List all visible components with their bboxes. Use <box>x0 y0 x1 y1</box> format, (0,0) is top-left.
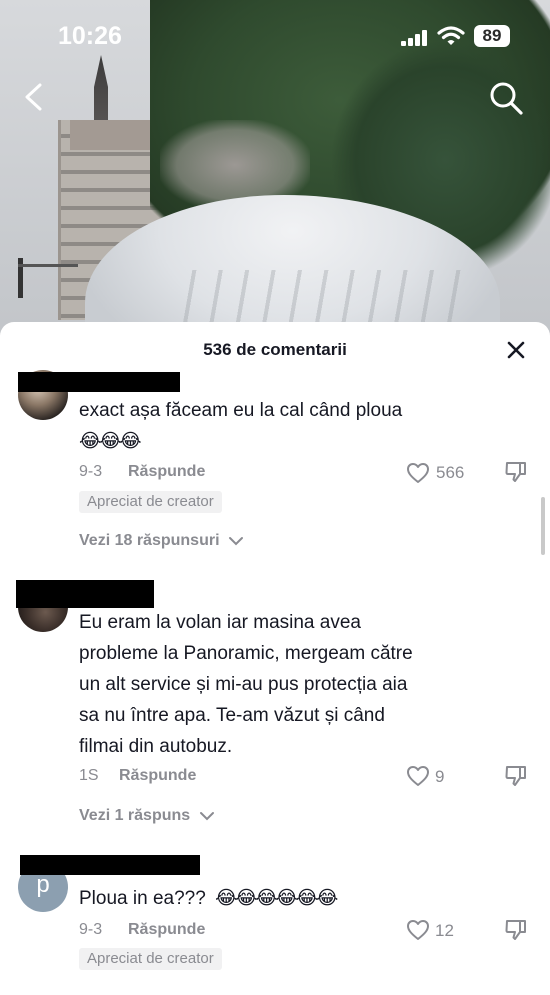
comment-text: Ploua in ea??? 😂😂😂😂😂😂 <box>79 887 338 909</box>
comments-sheet: 536 de comentarii exact așa făceam eu la… <box>0 322 550 995</box>
status-time: 10:26 <box>58 22 122 50</box>
heart-icon[interactable] <box>406 462 430 484</box>
scrollbar[interactable] <box>541 497 545 555</box>
video-background[interactable] <box>0 0 550 340</box>
comment-date: 9-3 <box>79 463 103 480</box>
like-count: 566 <box>436 463 465 482</box>
tarp-folds <box>170 270 470 330</box>
wifi-icon <box>437 26 465 45</box>
reply-button[interactable]: Răspunde <box>128 463 205 481</box>
reply-button[interactable]: Răspunde <box>119 767 196 785</box>
creator-liked-badge: Apreciat de creator <box>79 948 222 970</box>
like-count: 9 <box>435 767 445 786</box>
view-replies-button[interactable]: Vezi 18 răspunsuri <box>79 532 244 550</box>
battery-icon: 89 <box>474 25 510 47</box>
chevron-down-icon <box>199 811 214 821</box>
street-pole-arm <box>18 264 78 267</box>
redacted-username <box>16 580 154 608</box>
comment-text: exact așa făceam eu la cal când ploua <box>79 400 403 421</box>
chevron-down-icon <box>228 536 243 546</box>
comment-date: 9-3 <box>79 921 103 938</box>
comment-emoji: 😂😂😂😂😂😂 <box>215 887 338 909</box>
heart-icon[interactable] <box>406 919 430 941</box>
comment-emoji: 😂😂😂 <box>79 430 142 452</box>
thumbs-down-icon[interactable] <box>504 918 528 942</box>
search-icon[interactable] <box>488 80 524 116</box>
like-count: 12 <box>435 921 454 940</box>
view-replies-button[interactable]: Vezi 1 răspuns <box>79 807 215 825</box>
redacted-username <box>18 372 180 392</box>
comment-text: Eu eram la volan iar masina avea problem… <box>79 612 413 757</box>
redacted-username <box>20 855 200 875</box>
close-icon[interactable] <box>504 338 528 362</box>
thumbs-down-icon[interactable] <box>504 460 528 484</box>
cellular-signal-icon <box>401 30 429 46</box>
reply-button[interactable]: Răspunde <box>128 921 205 939</box>
comment-date: 1S <box>79 767 99 784</box>
comments-count-title: 536 de comentarii <box>203 340 347 359</box>
creator-liked-badge: Apreciat de creator <box>79 491 222 513</box>
avatar-letter: p <box>36 871 50 898</box>
thumbs-down-icon[interactable] <box>504 764 528 788</box>
chevron-left-icon[interactable] <box>20 82 48 112</box>
heart-icon[interactable] <box>406 765 430 787</box>
